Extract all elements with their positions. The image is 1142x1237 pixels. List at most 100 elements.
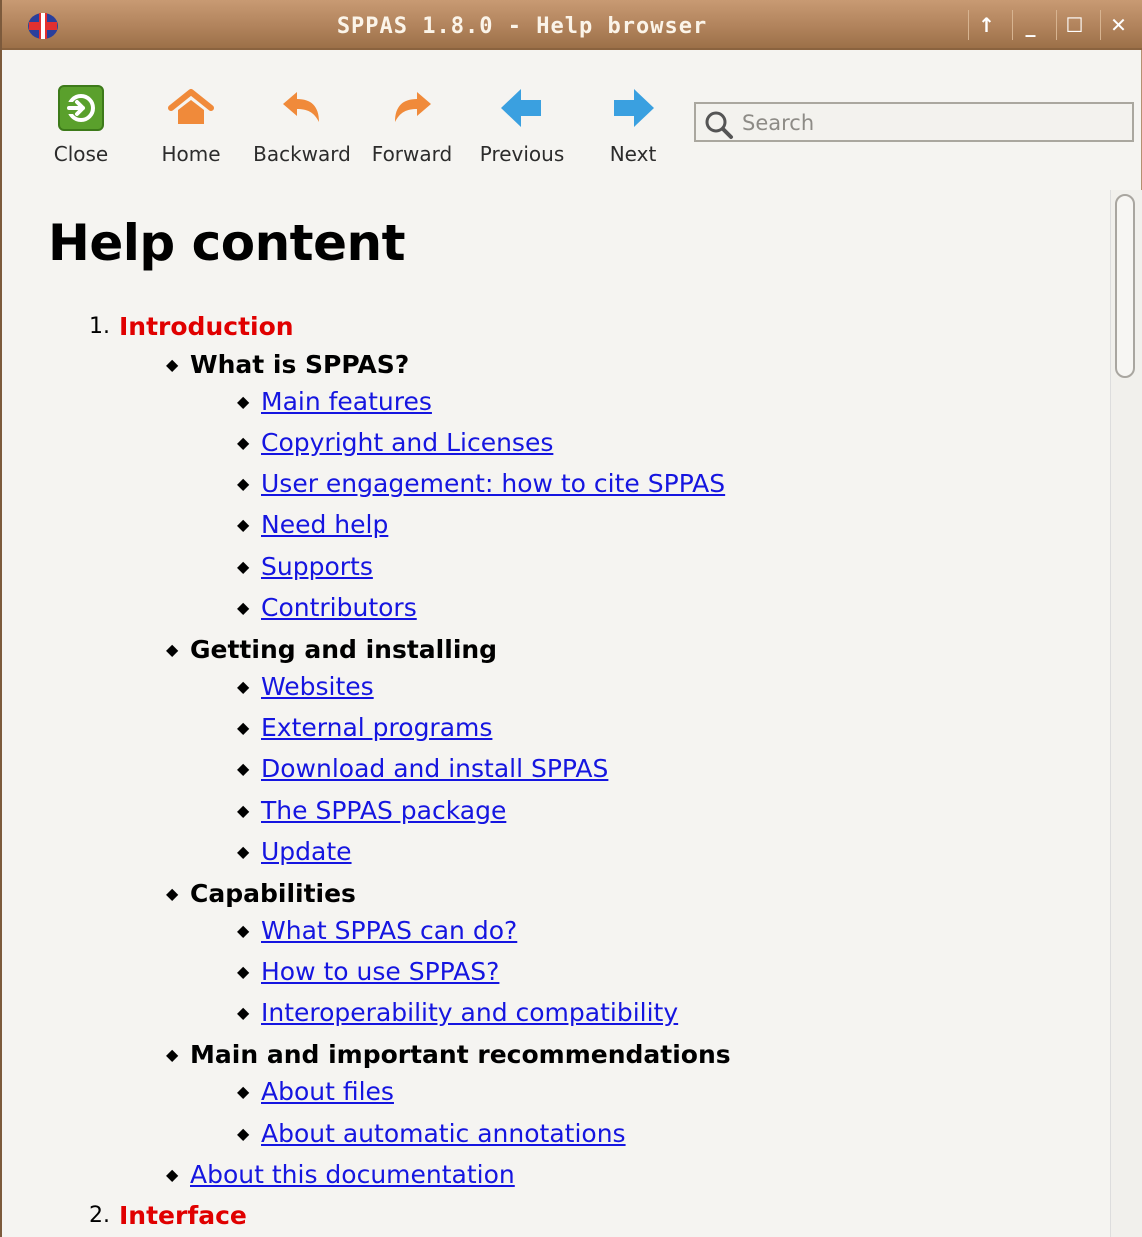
bullet-icon: ◆: [237, 921, 250, 940]
link-label[interactable]: Need help: [261, 510, 388, 539]
arrow-left-icon: [501, 89, 541, 127]
link-label[interactable]: What SPPAS can do?: [261, 916, 517, 945]
help-browser-window: SPPAS 1.8.0 - Help browser ↑ _ ☐ ✕ Close: [0, 0, 1142, 1237]
backward-button[interactable]: Backward: [247, 80, 357, 166]
bullet-icon: ◆: [237, 759, 250, 778]
header-label: Capabilities: [190, 879, 356, 908]
redo-arrow-icon: [395, 92, 431, 122]
page-title: Help content: [48, 214, 406, 272]
toc-link[interactable]: ◆ How to use SPPAS?: [237, 957, 499, 986]
bullet-icon: ◆: [237, 433, 250, 452]
arrow-right-icon: [614, 89, 654, 127]
toc-section-2[interactable]: 2. Interface: [89, 1201, 247, 1230]
toc-link[interactable]: ◆ About automatic annotations: [237, 1119, 626, 1148]
link-label[interactable]: The SPPAS package: [261, 796, 506, 825]
header-label: What is SPPAS?: [190, 350, 410, 379]
link-label[interactable]: About files: [261, 1077, 394, 1106]
link-label[interactable]: Download and install SPPAS: [261, 754, 608, 783]
scrollbar-thumb[interactable]: [1115, 194, 1135, 378]
toolbar: Close Home Backward Forward Previous Nex…: [2, 50, 1142, 190]
bullet-icon: ◆: [166, 1165, 179, 1184]
toc-link[interactable]: ◆ Contributors: [237, 593, 417, 622]
bullet-icon: ◆: [237, 598, 250, 617]
home-icon: [168, 89, 214, 124]
previous-label: Previous: [479, 142, 565, 166]
link-label[interactable]: About automatic annotations: [261, 1119, 626, 1148]
section-label: Introduction: [119, 312, 294, 341]
toc-link[interactable]: ◆ Update: [237, 837, 352, 866]
toc-link[interactable]: ◆ Websites: [237, 672, 374, 701]
window-minimize-button[interactable]: _: [1012, 10, 1048, 40]
toc-link[interactable]: ◆ User engagement: how to cite SPPAS: [237, 469, 725, 498]
window-maximize-button[interactable]: ☐: [1056, 10, 1092, 40]
link-label[interactable]: Contributors: [261, 593, 417, 622]
toc-link[interactable]: ◆ Need help: [237, 510, 388, 539]
home-button[interactable]: Home: [136, 80, 246, 166]
toc-header: ◆ Capabilities: [166, 879, 356, 908]
bullet-icon: ◆: [166, 1045, 179, 1064]
link-label[interactable]: Update: [261, 837, 352, 866]
close-button[interactable]: Close: [26, 80, 136, 166]
next-label: Next: [609, 142, 657, 166]
toc-header: ◆ Main and important recommendations: [166, 1040, 731, 1069]
search-box[interactable]: [694, 102, 1134, 142]
toc-link[interactable]: ◆ About this documentation: [166, 1160, 515, 1189]
toc-link[interactable]: ◆ What SPPAS can do?: [237, 916, 517, 945]
title-bar[interactable]: SPPAS 1.8.0 - Help browser ↑ _ ☐ ✕: [2, 0, 1142, 50]
toc-link[interactable]: ◆ The SPPAS package: [237, 796, 506, 825]
help-content-panel[interactable]: Help content 1. Introduction ◆ What is S…: [12, 190, 1110, 1237]
toc-link[interactable]: ◆ External programs: [237, 713, 492, 742]
bullet-icon: ◆: [237, 718, 250, 737]
link-label[interactable]: User engagement: how to cite SPPAS: [261, 469, 725, 498]
bullet-icon: ◆: [237, 801, 250, 820]
forward-button[interactable]: Forward: [357, 80, 467, 166]
bullet-icon: ◆: [237, 515, 250, 534]
link-label[interactable]: About this documentation: [190, 1160, 515, 1189]
bullet-icon: ◆: [237, 677, 250, 696]
link-label[interactable]: How to use SPPAS?: [261, 957, 499, 986]
toc-link[interactable]: ◆ Copyright and Licenses: [237, 428, 553, 457]
previous-button[interactable]: Previous: [467, 80, 577, 166]
search-icon: [705, 111, 733, 139]
window-close-button[interactable]: ✕: [1100, 10, 1136, 40]
header-label: Main and important recommendations: [190, 1040, 731, 1069]
window-up-button[interactable]: ↑: [968, 10, 1004, 40]
section-number: 1.: [89, 314, 110, 339]
bullet-icon: ◆: [166, 355, 179, 374]
home-label: Home: [161, 142, 221, 166]
toc-link[interactable]: ◆ About files: [237, 1077, 394, 1106]
link-label[interactable]: Interoperability and compatibility: [261, 998, 678, 1027]
toc-link[interactable]: ◆ Interoperability and compatibility: [237, 998, 678, 1027]
bullet-icon: ◆: [166, 640, 179, 659]
bullet-icon: ◆: [237, 474, 250, 493]
forward-label: Forward: [371, 142, 453, 166]
header-label: Getting and installing: [190, 635, 498, 664]
bullet-icon: ◆: [237, 1082, 250, 1101]
bullet-icon: ◆: [237, 1124, 250, 1143]
window-title: SPPAS 1.8.0 - Help browser: [336, 14, 708, 39]
bullet-icon: ◆: [237, 392, 250, 411]
bullet-icon: ◆: [237, 1003, 250, 1022]
link-label[interactable]: Main features: [261, 387, 432, 416]
bullet-icon: ◆: [237, 557, 250, 576]
search-input[interactable]: [740, 108, 1124, 138]
toc-link[interactable]: ◆ Supports: [237, 552, 373, 581]
toc-link[interactable]: ◆ Main features: [237, 387, 432, 416]
bullet-icon: ◆: [237, 962, 250, 981]
backward-label: Backward: [253, 142, 351, 166]
bullet-icon: ◆: [166, 884, 179, 903]
vertical-scrollbar[interactable]: [1110, 190, 1142, 1237]
link-label[interactable]: External programs: [261, 713, 492, 742]
link-label[interactable]: Copyright and Licenses: [261, 428, 553, 457]
toc-header: ◆ What is SPPAS?: [166, 350, 410, 379]
close-label: Close: [53, 142, 109, 166]
link-label[interactable]: Websites: [261, 672, 374, 701]
section-label: Interface: [119, 1201, 247, 1230]
next-button[interactable]: Next: [578, 80, 688, 166]
toc-section-1[interactable]: 1. Introduction: [89, 312, 294, 341]
undo-arrow-icon: [283, 92, 319, 122]
toc-link[interactable]: ◆ Download and install SPPAS: [237, 754, 608, 783]
link-label[interactable]: Supports: [261, 552, 373, 581]
exit-icon: [58, 85, 104, 131]
toc-header: ◆ Getting and installing: [166, 635, 498, 664]
